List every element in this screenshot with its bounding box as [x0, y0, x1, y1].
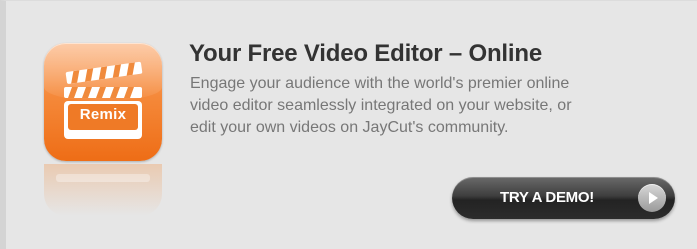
promo-headline: Your Free Video Editor – Online: [189, 40, 542, 67]
reflection-bar: [56, 174, 150, 182]
clapperboard-icon: [64, 61, 143, 139]
description-line: video editor seamlessly integrated on yo…: [190, 97, 572, 114]
promo-description: Engage your audience with the world's pr…: [190, 73, 670, 139]
try-demo-label: TRY A DEMO!: [500, 189, 594, 206]
play-icon: [638, 184, 666, 212]
promo-banner: Remix Your Free Video Editor – Online En…: [0, 0, 697, 249]
remix-app-icon[interactable]: Remix: [44, 43, 162, 161]
icon-reflection: [44, 164, 162, 216]
try-demo-button[interactable]: TRY A DEMO!: [452, 177, 675, 219]
description-line: edit your own videos on JayCut's communi…: [190, 119, 509, 136]
description-line: Engage your audience with the world's pr…: [190, 75, 570, 92]
icon-label: Remix: [79, 106, 127, 123]
